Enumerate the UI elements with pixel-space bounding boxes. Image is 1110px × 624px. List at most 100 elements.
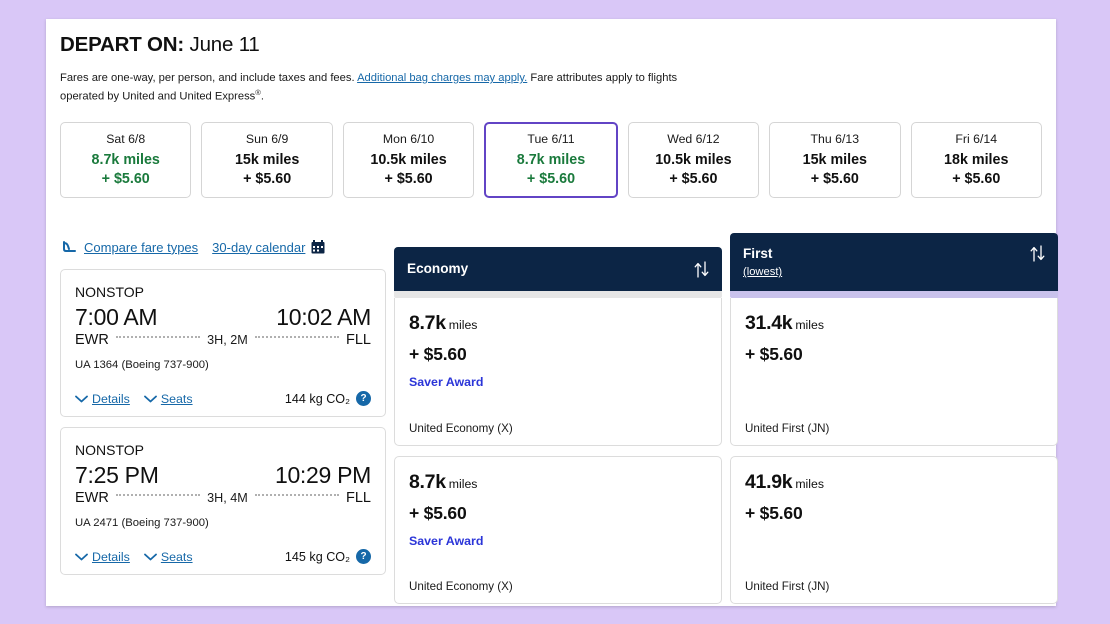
co2-value: 144 kg CO₂: [284, 391, 350, 406]
fare-miles-value: 8.7k: [409, 471, 446, 494]
date-card-day: Thu 6/13: [810, 131, 860, 146]
chevron-down-icon: [143, 395, 157, 403]
fare-note-period: .: [260, 90, 264, 103]
flight-times: 7:25 PM 10:29 PM: [75, 462, 371, 489]
first-fare-list: 31.4k miles + $5.60 United First (JN) 41.9k m…: [730, 298, 1058, 605]
date-card-miles: 10.5k miles: [370, 151, 447, 168]
chevron-down-icon: [75, 553, 88, 561]
first-fare-card[interactable]: 31.4k miles + $5.60 United First (JN): [730, 298, 1058, 447]
details-label: Details: [92, 391, 130, 406]
date-card-price: + $5.60: [952, 170, 1001, 187]
fare-miles-value: 41.9k: [745, 471, 793, 494]
date-card-5[interactable]: Thu 6/13 15k miles + $5.60: [769, 122, 901, 199]
date-card-4[interactable]: Wed 6/12 10.5k miles + $5.60: [627, 122, 760, 199]
flight-toolbar: Compare fare types 30-day calendar: [60, 225, 386, 269]
seats-toggle[interactable]: Seats: [143, 549, 193, 564]
date-card-miles: 18k miles: [944, 151, 1009, 168]
date-strip: Sat 6/8 8.7k miles + $5.60 Sun 6/9 15k miles…: [60, 122, 1042, 199]
depart-time: 7:25 PM: [75, 462, 159, 489]
help-icon[interactable]: ?: [356, 391, 371, 407]
flight-card-footer: Details Seats 144 kg CO₂?: [75, 391, 371, 407]
flight-route: EWR 3H, 2M FLL: [75, 332, 371, 348]
fare-award-link[interactable]: Saver Award: [409, 375, 707, 389]
flight-duration: 3H, 4M: [207, 491, 248, 506]
route-dots-right: [254, 494, 339, 497]
date-card-miles: 8.7k miles: [516, 151, 586, 168]
fare-miles-value: 31.4k: [745, 312, 793, 335]
date-card-miles: 10.5k miles: [655, 151, 732, 168]
date-card-price: + $5.60: [810, 170, 859, 187]
fare-miles-unit: miles: [795, 318, 825, 333]
flight-stops: NONSTOP: [75, 284, 144, 301]
origin-code: EWR: [75, 332, 109, 349]
page-title: DEPART ON: June 11: [60, 33, 1042, 57]
fare-note-text-1: Fares are one-way, per person, and inclu…: [60, 72, 355, 84]
fare-award-link[interactable]: Saver Award: [409, 534, 707, 548]
flight-links: Details Seats: [75, 550, 193, 564]
co2-info: 145 kg CO₂?: [285, 549, 371, 565]
destination-code: FLL: [346, 490, 371, 507]
flight-number: UA 2471 (Boeing 737-900): [75, 517, 209, 530]
flight-links: Details Seats: [75, 392, 193, 406]
fare-miles: 31.4k miles: [745, 312, 1043, 335]
date-card-0[interactable]: Sat 6/8 8.7k miles + $5.60: [60, 122, 192, 199]
date-card-day: Tue 6/11: [527, 131, 575, 146]
thirty-day-calendar-link[interactable]: 30-day calendar: [212, 240, 305, 255]
details-toggle[interactable]: Details: [75, 392, 130, 406]
depart-on-label: DEPART ON:: [60, 33, 185, 56]
additional-bag-charges-link[interactable]: Additional bag charges may apply.: [357, 72, 527, 84]
sort-arrows-icon[interactable]: [694, 261, 709, 278]
fare-cash: + $5.60: [745, 344, 803, 365]
date-card-day: Wed 6/12: [667, 131, 720, 146]
compare-fare-types-group[interactable]: Compare fare types: [62, 240, 198, 255]
fare-miles-unit: miles: [795, 477, 825, 492]
date-card-3[interactable]: Tue 6/11 8.7k miles + $5.60: [484, 122, 618, 199]
fare-class-name: United First (JN): [745, 580, 830, 594]
fare-miles-unit: miles: [448, 477, 478, 492]
destination-code: FLL: [346, 332, 371, 349]
route-dots-right: [254, 336, 339, 339]
help-icon[interactable]: ?: [356, 549, 371, 565]
compare-fare-types-link[interactable]: Compare fare types: [84, 240, 198, 255]
flight-column: Compare fare types 30-day calendar NONST…: [60, 225, 386, 585]
economy-column-header[interactable]: Economy: [394, 247, 722, 292]
date-card-2[interactable]: Mon 6/10 10.5k miles + $5.60: [342, 122, 475, 199]
fare-disclaimer: Fares are one-way, per person, and inclu…: [60, 70, 685, 105]
flight-card: NONSTOP 7:00 AM 10:02 AM EWR 3H, 2M FLL UA 136…: [60, 269, 386, 418]
economy-fare-card[interactable]: 8.7k miles + $5.60 Saver Award United Econom…: [394, 456, 722, 605]
seats-label: Seats: [160, 549, 193, 564]
first-accent-bar: [730, 291, 1058, 299]
flight-card: NONSTOP 7:25 PM 10:29 PM EWR 3H, 4M FLL UA 247…: [60, 427, 386, 576]
first-header-subtitle[interactable]: (lowest): [743, 266, 782, 278]
date-card-day: Sun 6/9: [245, 131, 289, 146]
date-card-miles: 8.7k miles: [91, 151, 160, 168]
chevron-down-icon: [75, 395, 88, 403]
date-card-6[interactable]: Fri 6/14 18k miles + $5.60: [910, 122, 1042, 199]
route-dots-left: [115, 336, 201, 339]
calendar-group[interactable]: 30-day calendar: [212, 240, 325, 255]
fare-miles: 41.9k miles: [745, 471, 1043, 494]
date-card-day: Sat 6/8: [106, 131, 146, 146]
first-column-header[interactable]: First (lowest): [730, 233, 1058, 292]
date-card-price: + $5.60: [526, 170, 576, 187]
co2-info: 144 kg CO₂?: [284, 391, 371, 407]
date-card-price: + $5.60: [384, 170, 433, 187]
date-card-price: + $5.60: [101, 170, 150, 187]
sort-arrows-icon[interactable]: [1030, 245, 1045, 262]
flight-stops: NONSTOP: [75, 442, 144, 459]
first-column: First (lowest) 31.4k miles + $5.60 United F…: [730, 225, 1058, 614]
date-card-miles: 15k miles: [802, 151, 868, 168]
results-grid: Compare fare types 30-day calendar NONST…: [60, 225, 1058, 614]
economy-fare-card[interactable]: 8.7k miles + $5.60 Saver Award United Econom…: [394, 298, 722, 447]
date-card-miles: 15k miles: [234, 151, 300, 168]
date-card-1[interactable]: Sun 6/9 15k miles + $5.60: [201, 122, 333, 199]
calendar-icon: [311, 240, 325, 254]
flight-number: UA 1364 (Boeing 737-900): [75, 359, 209, 372]
details-toggle[interactable]: Details: [75, 550, 130, 564]
seats-toggle[interactable]: Seats: [143, 392, 193, 406]
date-card-day: Mon 6/10: [382, 131, 435, 146]
first-fare-card[interactable]: 41.9k miles + $5.60 United First (JN): [730, 456, 1058, 605]
fare-miles-unit: miles: [448, 318, 478, 333]
depart-time: 7:00 AM: [75, 304, 158, 331]
fare-class-name: United Economy (X): [409, 580, 513, 594]
